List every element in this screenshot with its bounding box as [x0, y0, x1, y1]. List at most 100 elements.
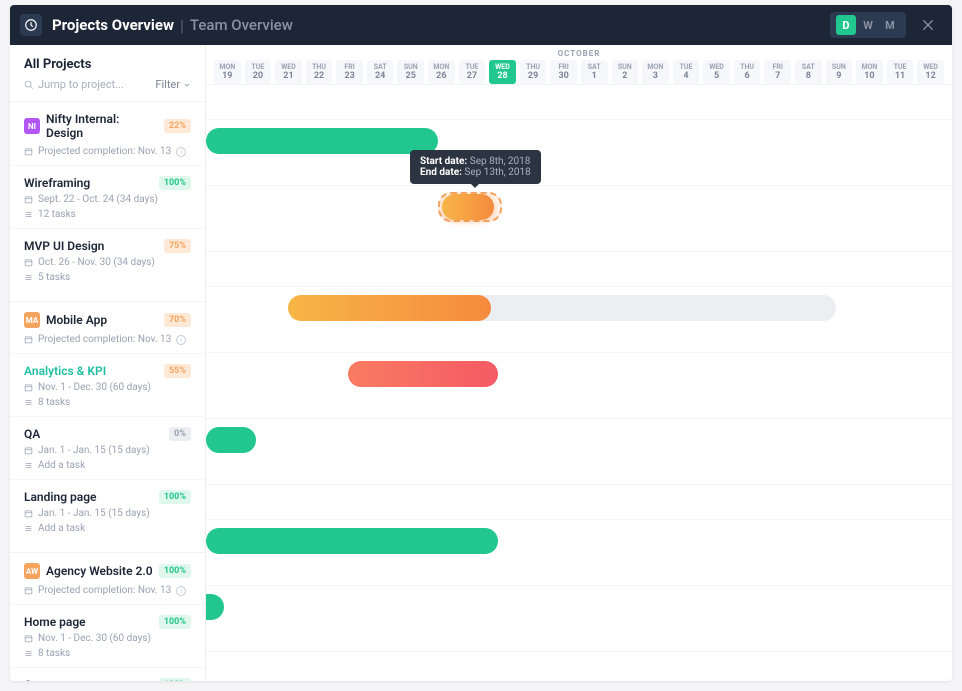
day-cell[interactable]: SAT1 [581, 60, 608, 84]
task-item[interactable]: Analytics & KPI 55% Nov. 1 - Dec. 30 (60… [10, 353, 205, 416]
gantt-bar[interactable] [288, 295, 491, 321]
percent-badge: 22% [164, 119, 191, 133]
group-badge: AW [24, 563, 40, 579]
gantt-row [206, 419, 952, 485]
day-cell[interactable]: FRI7 [764, 60, 791, 84]
percent-badge: 100% [159, 678, 191, 681]
day-cell[interactable]: SAT24 [367, 60, 394, 84]
search-placeholder: Jump to project... [38, 78, 124, 91]
day-cell[interactable]: MON19 [214, 60, 241, 84]
day-cell[interactable]: FRI23 [336, 60, 363, 84]
task-name: Analytics & KPI [24, 364, 106, 378]
task-item[interactable]: Contact us 100% Jan. 1 - Jan. 15 (15 day… [10, 667, 205, 681]
day-cell[interactable]: SAT8 [795, 60, 822, 84]
projected-completion: Projected completion: Nov. 13i [24, 146, 191, 157]
task-item[interactable]: QA 0% Jan. 1 - Jan. 15 (15 days) Add a t… [10, 416, 205, 479]
gantt-row [206, 287, 952, 353]
task-name: QA [24, 427, 40, 441]
percent-badge: 70% [164, 313, 191, 327]
day-cell[interactable]: THU6 [734, 60, 761, 84]
day-cell[interactable]: THU29 [520, 60, 547, 84]
day-cell[interactable]: MON10 [856, 60, 883, 84]
group-header[interactable]: NI Nifty Internal: Design 22% [24, 112, 191, 140]
day-cell[interactable]: TUE11 [887, 60, 914, 84]
info-icon[interactable]: i [176, 147, 186, 157]
task-name: Home page [24, 615, 86, 629]
tooltip-start-value: Sep 8th, 2018 [470, 156, 531, 167]
add-task-link[interactable]: Add a task [24, 460, 191, 471]
task-date-range: Jan. 1 - Jan. 15 (15 days) [24, 508, 191, 519]
gantt-bar[interactable] [206, 528, 498, 554]
gantt-bar[interactable] [206, 128, 438, 154]
task-date-range: Nov. 1 - Dec. 30 (60 days) [24, 382, 191, 393]
gantt-row [206, 120, 952, 186]
gantt-row-group [206, 252, 952, 287]
group-name: Agency Website 2.0 [46, 564, 153, 578]
gantt-row-group [206, 85, 952, 120]
task-name: Contact us [24, 678, 82, 681]
day-cell[interactable]: SUN9 [826, 60, 853, 84]
day-cell[interactable]: SUN2 [612, 60, 639, 84]
day-cell[interactable]: SUN25 [397, 60, 424, 84]
group-header[interactable]: MA Mobile App 70% [24, 312, 191, 328]
group-badge: MA [24, 312, 40, 328]
day-cell[interactable]: FRI30 [550, 60, 577, 84]
task-date-range: Jan. 1 - Jan. 15 (15 days) [24, 445, 191, 456]
timeline-header: OCTOBER MON19TUE20WED21THU22FRI23SAT24SU… [206, 45, 952, 85]
group-header[interactable]: AW Agency Website 2.0 100% [24, 563, 191, 579]
project-group: MA Mobile App 70% Projected completion: … [10, 301, 205, 353]
day-cell[interactable]: TUE20 [245, 60, 272, 84]
day-cell[interactable]: WED5 [703, 60, 730, 84]
task-date-range: Oct. 26 - Nov. 30 (34 days) [24, 257, 191, 268]
task-name: Landing page [24, 490, 97, 504]
sidebar: All Projects Jump to project... Filter N… [10, 45, 206, 681]
avatar[interactable]: M [880, 15, 900, 35]
avatar[interactable]: W [858, 15, 878, 35]
task-item[interactable]: Landing page 100% Jan. 1 - Jan. 15 (15 d… [10, 479, 205, 542]
task-item[interactable]: MVP UI Design 75% Oct. 26 - Nov. 30 (34 … [10, 228, 205, 291]
header-tab-active[interactable]: Projects Overview [52, 16, 174, 34]
day-cell[interactable]: THU22 [306, 60, 333, 84]
day-cell[interactable]: WED21 [275, 60, 302, 84]
filter-button[interactable]: Filter [155, 78, 191, 91]
day-cell[interactable]: WED12 [917, 60, 944, 84]
task-item[interactable]: Home page 100% Nov. 1 - Dec. 30 (60 days… [10, 604, 205, 667]
sidebar-title: All Projects [24, 57, 191, 72]
day-cell[interactable]: MON26 [428, 60, 455, 84]
project-group: AW Agency Website 2.0 100% Projected com… [10, 552, 205, 604]
task-date-range: Nov. 1 - Dec. 30 (60 days) [24, 633, 191, 644]
task-name: Wireframing [24, 176, 90, 190]
task-date-range: Sept. 22 - Oct. 24 (34 days) [24, 194, 191, 205]
percent-badge: 100% [159, 564, 191, 578]
gantt-row [206, 520, 952, 586]
gantt-row: Start date: Sep 8th, 2018 End date: Sep … [206, 186, 952, 252]
day-cell[interactable]: TUE27 [459, 60, 486, 84]
close-icon[interactable] [914, 11, 942, 39]
projected-completion: Projected completion: Nov. 13i [24, 334, 191, 345]
task-item[interactable]: Wireframing 100% Sept. 22 - Oct. 24 (34 … [10, 165, 205, 228]
gantt-bar[interactable] [348, 361, 498, 387]
info-icon[interactable]: i [176, 586, 186, 596]
avatar-group[interactable]: D W M [830, 12, 906, 38]
info-icon[interactable]: i [176, 335, 186, 345]
day-cell[interactable]: TUE4 [673, 60, 700, 84]
add-task-link[interactable]: Add a task [24, 523, 191, 534]
month-label: OCTOBER [206, 45, 952, 58]
percent-badge: 100% [159, 615, 191, 629]
gantt-bar[interactable] [206, 427, 256, 453]
gantt-bar[interactable] [442, 194, 494, 220]
app-header: Projects Overview | Team Overview D W M [10, 5, 952, 45]
project-group: NI Nifty Internal: Design 22% Projected … [10, 101, 205, 165]
gantt-bar[interactable] [206, 594, 224, 620]
avatar[interactable]: D [836, 15, 856, 35]
day-cell[interactable]: WED28 [489, 60, 516, 84]
app-logo-icon [20, 14, 42, 36]
percent-badge: 75% [164, 239, 191, 253]
search-input[interactable]: Jump to project... [24, 78, 124, 91]
timeline: OCTOBER MON19TUE20WED21THU22FRI23SAT24SU… [206, 45, 952, 681]
filter-label: Filter [155, 78, 180, 91]
header-tab-inactive[interactable]: Team Overview [190, 16, 293, 34]
day-cell[interactable]: MON3 [642, 60, 669, 84]
group-badge: NI [24, 118, 40, 134]
group-name: Mobile App [46, 313, 158, 327]
